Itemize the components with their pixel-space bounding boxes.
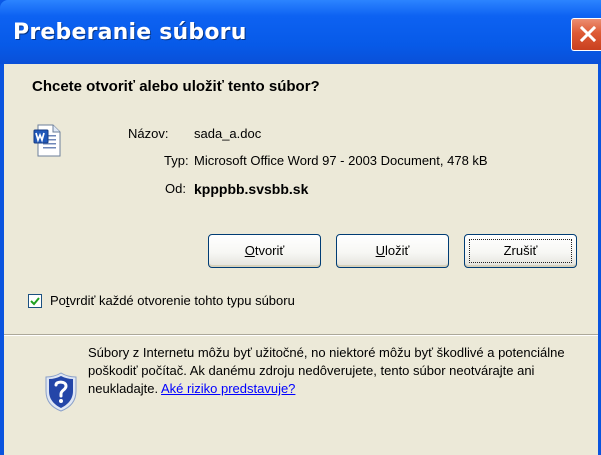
- section-divider-highlight: [4, 335, 598, 336]
- word-document-icon: [33, 124, 61, 157]
- security-warning-text: Súbory z Internetu môžu byť užitočné, no…: [88, 344, 578, 398]
- file-name-value: sada_a.doc: [194, 126, 262, 141]
- confirm-open-checkbox[interactable]: [28, 294, 42, 308]
- download-question: Chcete otvoriť alebo uložiť tento súbor?: [32, 78, 320, 95]
- open-button[interactable]: Otvoriť: [208, 234, 321, 268]
- shield-question-icon: [44, 371, 78, 413]
- confirm-open-checkbox-label[interactable]: Potvrdiť každé otvorenie tohto typu súbo…: [50, 293, 295, 308]
- file-source-label: Od:: [165, 181, 186, 196]
- open-button-label: Otvoriť: [245, 243, 285, 258]
- close-icon: [579, 25, 597, 43]
- file-name-label: Názov:: [128, 126, 169, 141]
- check-icon: [30, 297, 40, 306]
- file-type-value: Microsoft Office Word 97 - 2003 Document…: [194, 153, 488, 168]
- confirm-open-checkbox-row[interactable]: Potvrdiť každé otvorenie tohto typu súbo…: [28, 293, 528, 313]
- file-type-label: Typ:: [164, 153, 189, 168]
- download-dialog-window: Preberanie súboru Chcete otvoriť alebo u…: [0, 0, 601, 455]
- checkbox-label-end: vrdiť každé otvorenie tohto typu súboru: [69, 293, 295, 308]
- checkbox-label-start: Po: [50, 293, 66, 308]
- save-button[interactable]: Uložiť: [336, 234, 449, 268]
- dialog-content: Chcete otvoriť alebo uložiť tento súbor?…: [4, 64, 598, 455]
- title-bar[interactable]: Preberanie súboru: [0, 0, 601, 64]
- open-button-mnemonic: O: [244, 243, 255, 258]
- save-button-label-rest: ložiť: [385, 243, 410, 258]
- open-button-label-rest: tvoriť: [254, 243, 285, 258]
- cancel-button[interactable]: Zrušiť: [464, 234, 577, 268]
- save-button-mnemonic: U: [375, 243, 385, 258]
- window-title: Preberanie súboru: [13, 20, 247, 45]
- file-source-value: kpppbb.svsbb.sk: [194, 181, 309, 197]
- save-button-label: Uložiť: [376, 243, 410, 258]
- cancel-button-label: Zrušiť: [503, 243, 538, 258]
- security-warning-body: Súbory z Internetu môžu byť užitočné, no…: [88, 345, 565, 396]
- risk-info-link[interactable]: Aké riziko predstavuje?: [161, 381, 295, 396]
- close-button[interactable]: [571, 18, 601, 51]
